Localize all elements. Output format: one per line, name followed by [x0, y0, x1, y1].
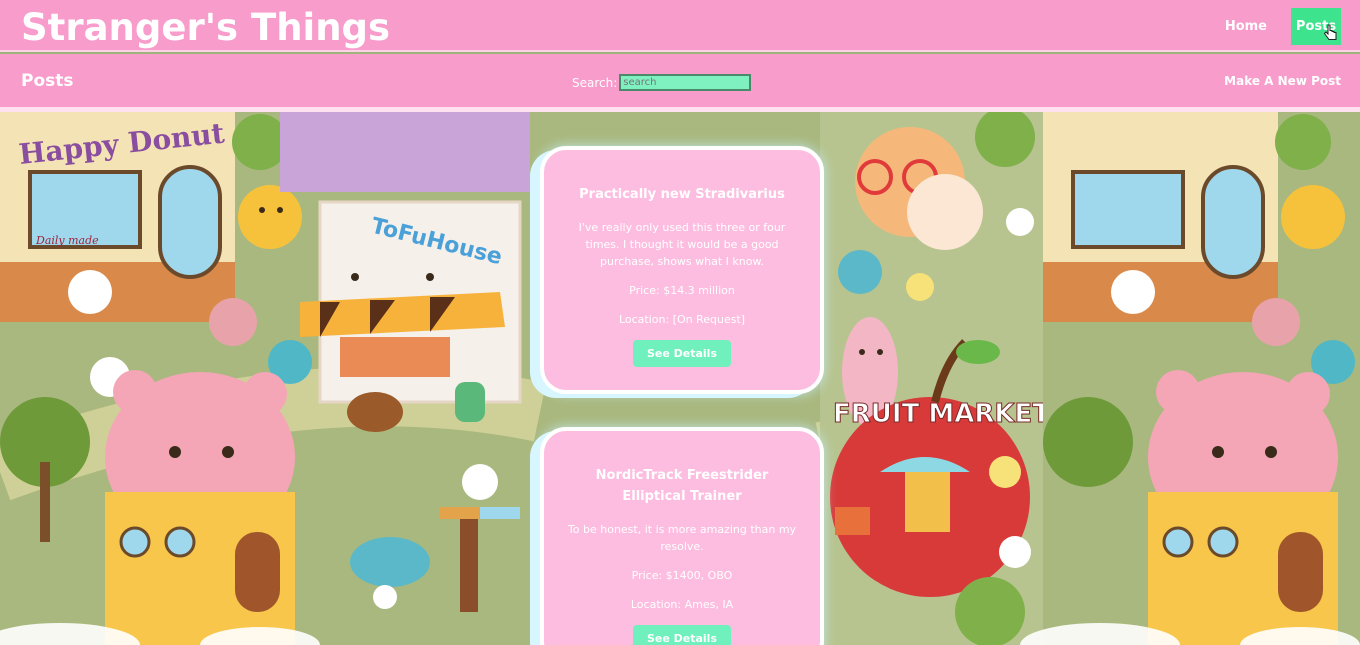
search-input[interactable] — [619, 74, 752, 91]
hand-cursor-icon — [1324, 24, 1337, 40]
site-brand[interactable]: Stranger's Things — [21, 6, 390, 49]
post-location: Location: [On Request] — [618, 313, 746, 326]
post-card: Practically new Stradivarius I've really… — [540, 146, 824, 394]
search-bar: Search: — [572, 74, 752, 91]
post-title: NordicTrack Freestrider Elliptical Train… — [595, 468, 769, 504]
background-illustration: Happy Donut Daily made ToFuHouse FRUIT M… — [0, 112, 1360, 645]
posts-subheader: Posts Search: Make A New Post — [0, 54, 1360, 112]
post-description: To be honest, it is more amazing than my… — [567, 523, 797, 553]
main-nav: Home Posts — [1225, 8, 1341, 45]
page-title: Posts — [21, 71, 74, 91]
post-description: I've really only used this three or four… — [578, 221, 786, 268]
post-title: Practically new Stradivarius — [579, 187, 785, 202]
nav-posts-link[interactable]: Posts — [1291, 8, 1341, 45]
post-location: Location: Ames, IA — [630, 598, 734, 611]
see-details-button[interactable]: See Details — [632, 625, 732, 645]
make-new-post-link[interactable]: Make A New Post — [1224, 74, 1341, 88]
see-details-button[interactable]: See Details — [632, 340, 732, 367]
top-navbar: Stranger's Things Home Posts — [0, 0, 1360, 52]
nav-home-link[interactable]: Home — [1225, 19, 1267, 34]
right-shop-sign: FRUIT MARKET — [833, 399, 1050, 429]
search-label: Search: — [572, 75, 618, 90]
left-shop-subsign: Daily made — [35, 234, 99, 247]
post-price: Price: $1400, OBO — [631, 569, 733, 582]
post-price: Price: $14.3 million — [629, 284, 735, 297]
post-card: NordicTrack Freestrider Elliptical Train… — [540, 427, 824, 645]
